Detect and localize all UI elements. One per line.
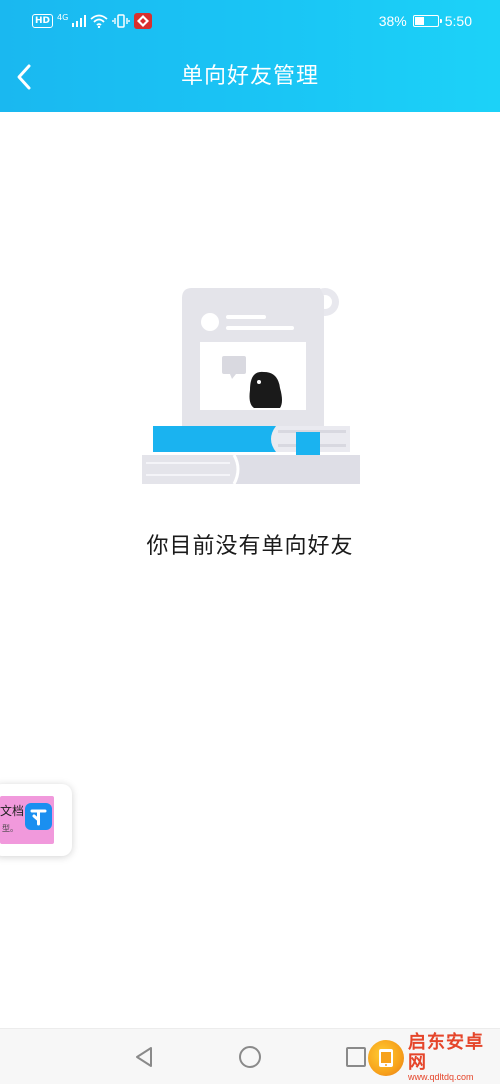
watermark: 启东安卓网 www.qdltdq.com (368, 1033, 498, 1082)
status-left-icons: HD 4G (32, 12, 153, 30)
status-right-icons: 38% 5:50 (379, 12, 472, 30)
watermark-title: 启东安卓网 (408, 1032, 484, 1074)
wifi-icon (90, 14, 108, 28)
system-recents-button[interactable] (342, 1043, 370, 1071)
square-recents-icon (346, 1047, 366, 1067)
watermark-text: 启东安卓网 www.qdltdq.com (408, 1033, 498, 1082)
battery-percent: 38% (378, 13, 407, 29)
battery-level-fill (414, 17, 424, 25)
app-header: HD 4G 38% 5:50 单向好友管理 (0, 0, 500, 112)
system-back-button[interactable] (130, 1043, 158, 1071)
page-title: 单向好友管理 (180, 64, 319, 89)
circle-home-icon (239, 1046, 261, 1068)
battery-icon (412, 15, 442, 27)
empty-state-message: 你目前没有单向好友 (146, 534, 354, 559)
doc-app-icon (25, 803, 52, 830)
document-books-penguin-illustration (142, 288, 360, 485)
app-notification-icon (134, 13, 153, 29)
floating-widget-line1: 文档 (0, 804, 25, 818)
floating-widget[interactable]: 文档 型。 (0, 784, 72, 856)
nav-bar: 单向好友管理 (0, 42, 500, 112)
triangle-back-icon (136, 1047, 152, 1067)
hd-badge: HD (32, 14, 54, 28)
watermark-url: www.qdltdq.com (408, 1071, 474, 1082)
cell-signal-icon (72, 15, 87, 27)
floating-widget-content: 文档 型。 (0, 796, 54, 844)
vibrate-icon (112, 14, 131, 28)
status-bar: HD 4G 38% 5:50 (0, 0, 500, 42)
empty-state-illustration (138, 280, 364, 492)
system-home-button[interactable] (236, 1043, 264, 1071)
clock: 5:50 (444, 13, 472, 29)
watermark-logo-icon (368, 1040, 404, 1076)
network-type: 4G (57, 13, 69, 22)
floating-widget-line2: 型。 (2, 824, 18, 833)
